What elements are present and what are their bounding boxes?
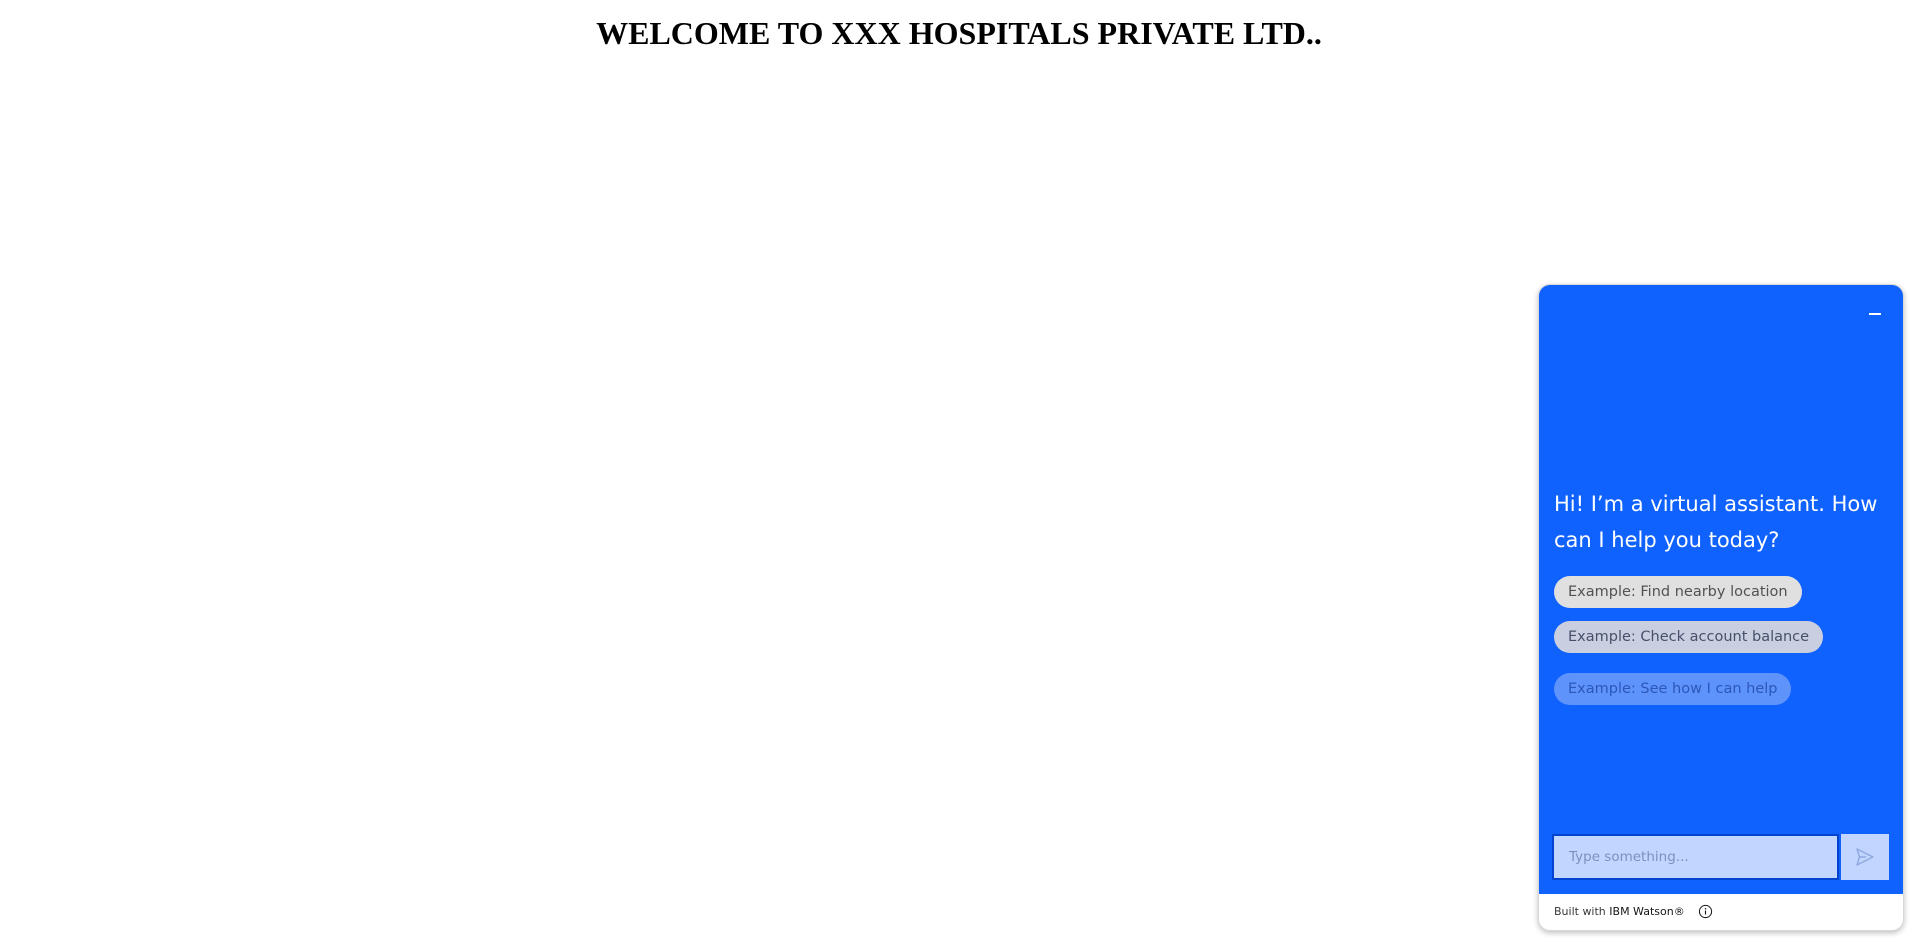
page-title: WELCOME TO XXX HOSPITALS PRIVATE LTD.. xyxy=(596,15,1322,51)
suggestion-see-help-button[interactable]: Example: See how I can help xyxy=(1554,673,1792,705)
send-icon xyxy=(1856,848,1874,866)
info-icon[interactable] xyxy=(1698,904,1713,919)
footer-prefix: Built with xyxy=(1554,905,1610,918)
send-button[interactable] xyxy=(1841,834,1889,880)
suggestion-find-location-button[interactable]: Example: Find nearby location xyxy=(1554,576,1802,608)
minimize-icon xyxy=(1869,313,1881,315)
chat-body: Hi! I’m a virtual assistant. How can I h… xyxy=(1539,285,1903,894)
minimize-button[interactable] xyxy=(1861,299,1889,327)
message-input-row xyxy=(1552,834,1889,880)
suggestion-check-balance-button[interactable]: Example: Check account balance xyxy=(1554,621,1824,653)
footer-brand: IBM Watson® xyxy=(1609,905,1685,918)
chat-widget: Hi! I’m a virtual assistant. How can I h… xyxy=(1538,284,1904,931)
chat-footer: Built with IBM Watson® xyxy=(1539,894,1903,930)
message-input[interactable] xyxy=(1552,834,1839,880)
greeting-message: Hi! I’m a virtual assistant. How can I h… xyxy=(1554,492,1878,552)
footer-text: Built with IBM Watson® xyxy=(1554,905,1685,918)
